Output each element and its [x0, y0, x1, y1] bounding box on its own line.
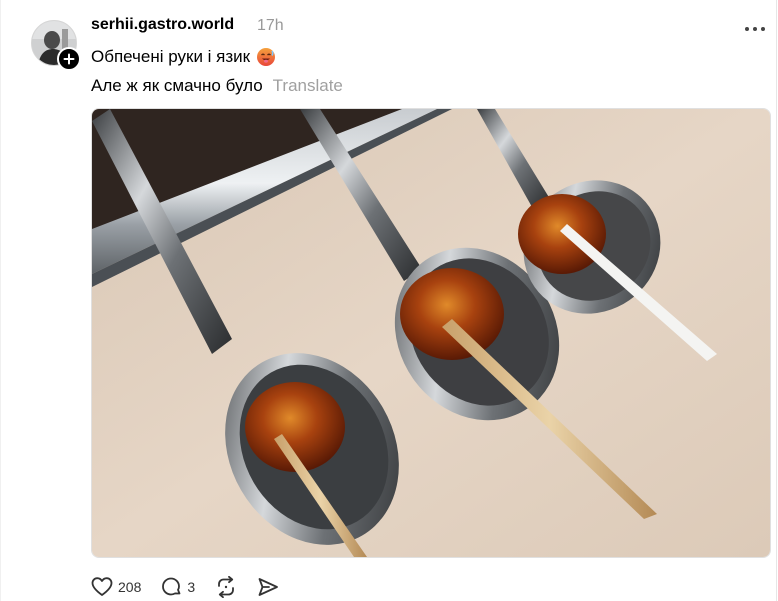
username[interactable]: serhii.gastro.world: [91, 16, 234, 34]
comment-count: 3: [187, 579, 196, 595]
comment-icon: [162, 577, 181, 596]
translate-link[interactable]: Translate: [273, 76, 343, 95]
like-count: 208: [118, 579, 142, 595]
post-text-2: Але ж як смачно було: [91, 76, 263, 95]
avatar-container[interactable]: [31, 20, 81, 71]
share-icon: [258, 578, 279, 596]
post-text: Обпечені руки і язик: [91, 47, 251, 66]
heart-icon: [91, 577, 113, 596]
right-border: [776, 0, 777, 601]
post-text-line2: Але ж як смачно було Translate: [91, 76, 343, 96]
lollipop-spoons-photo: [92, 109, 770, 557]
comment-button[interactable]: 3: [160, 576, 195, 598]
post-time[interactable]: 17h: [257, 17, 284, 35]
left-border: [0, 0, 1, 601]
hot-face-emoji-icon: [257, 48, 276, 66]
post-text-line1: Обпечені руки і язик: [91, 47, 276, 67]
plus-icon: [63, 53, 75, 65]
repost-icon: [218, 576, 235, 598]
repost-button[interactable]: [214, 576, 238, 598]
follow-button[interactable]: [57, 47, 81, 71]
action-bar: 208 3: [91, 574, 298, 600]
post-image[interactable]: [91, 108, 771, 558]
more-icon[interactable]: [745, 27, 767, 33]
share-button[interactable]: [257, 577, 279, 597]
like-button[interactable]: 208: [91, 577, 141, 597]
